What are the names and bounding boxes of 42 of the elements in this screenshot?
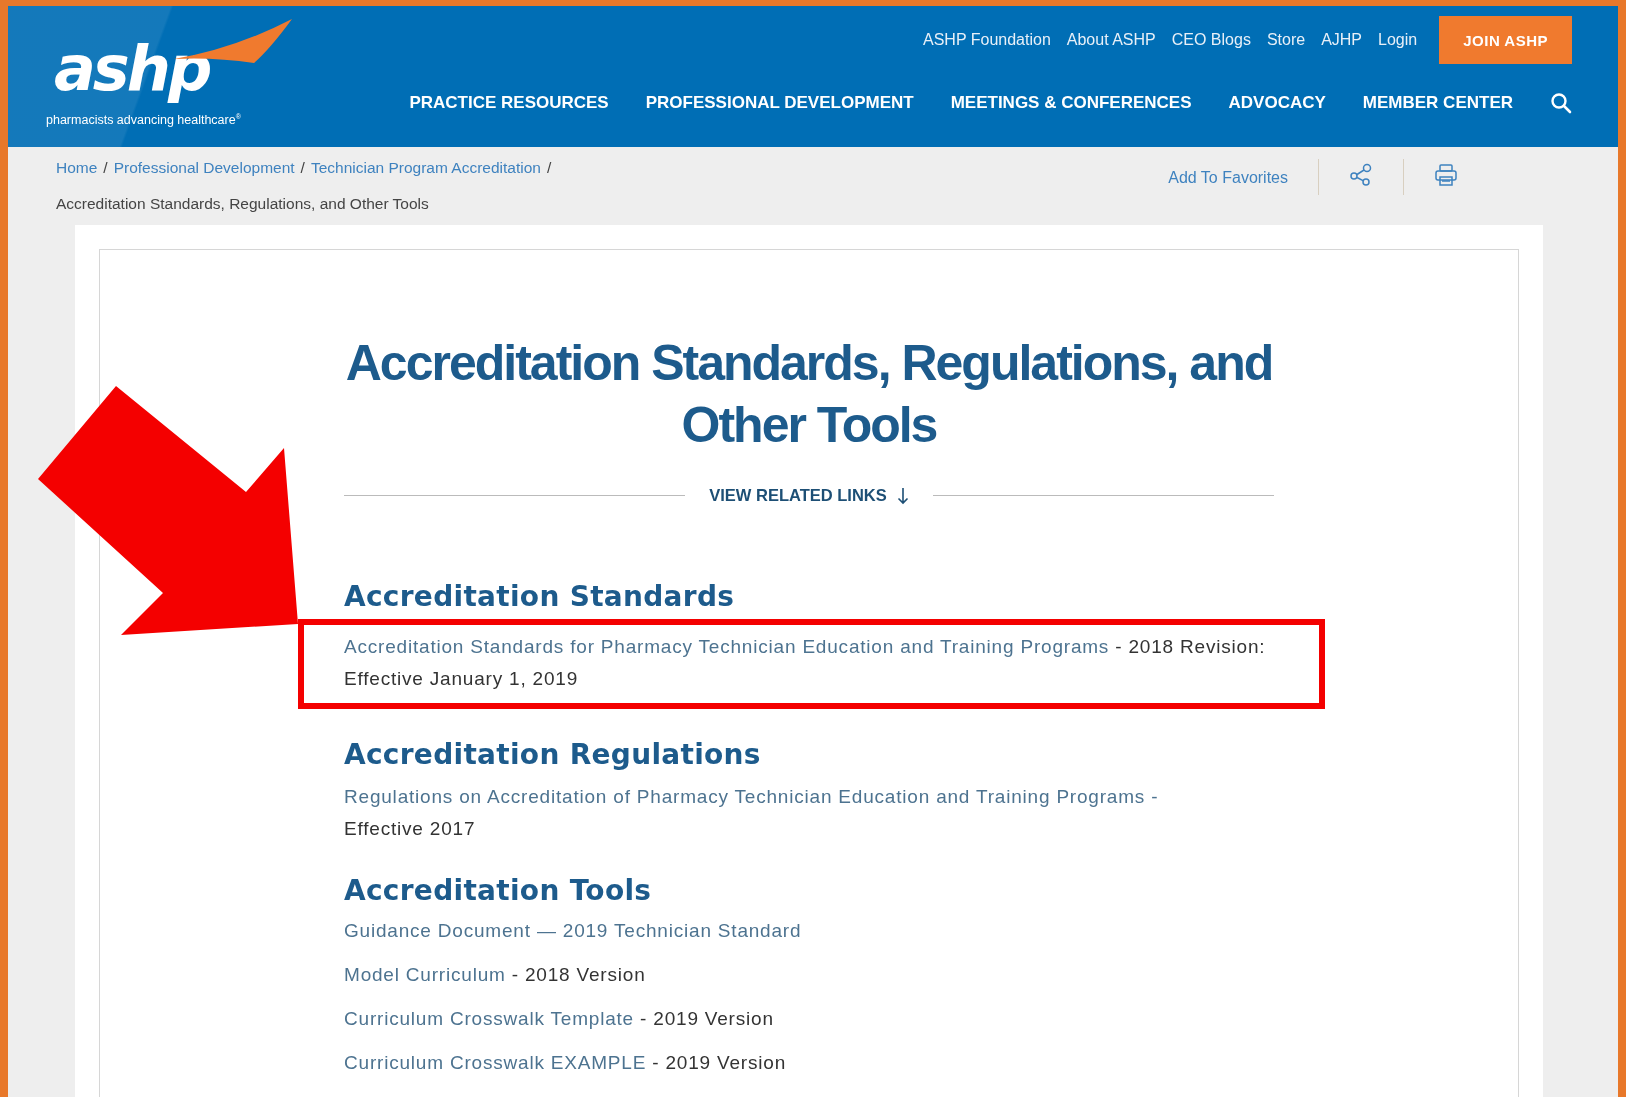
- utility-link[interactable]: CEO Blogs: [1171, 31, 1251, 49]
- breadcrumb-separator: /: [103, 159, 108, 177]
- section-heading: Accreditation Regulations: [344, 737, 762, 773]
- breadcrumb-current: Accreditation Standards, Regulations, and Other Tools: [56, 195, 430, 213]
- nav-item[interactable]: PRACTICE RESOURCES: [409, 93, 609, 113]
- document-link[interactable]: Guidance Document — 2019 Technician Standard: [344, 920, 802, 941]
- related-links-button[interactable]: VIEW RELATED LINKS: [699, 486, 919, 505]
- utility-link[interactable]: Store: [1266, 31, 1306, 49]
- nav-item[interactable]: MEMBER CENTER: [1362, 93, 1513, 113]
- utility-link[interactable]: Login: [1378, 31, 1418, 49]
- document-entry: Regulations on Accreditation of Pharmacy Technician Education and Training Programs - Effective 2017: [344, 785, 1160, 841]
- join-button[interactable]: JOIN ASHP: [1439, 16, 1572, 64]
- logo-tagline: pharmacists advancing healthcare$^{®}$: [46, 113, 242, 128]
- share-icon[interactable]: [1349, 163, 1373, 187]
- breadcrumb-link[interactable]: Professional Development: [113, 159, 295, 177]
- section-heading: Accreditation Standards: [344, 579, 736, 615]
- document-link[interactable]: Curriculum Crosswalk EXAMPLE: [344, 1052, 647, 1073]
- document-entry: Curriculum Crosswalk Template - 2019 Version: [344, 1007, 775, 1031]
- document-entry: Accreditation Standards for Pharmacy Technician Education and Training Programs - 2018 Revision: Effective January 1, 2019: [344, 635, 1267, 691]
- utility-link[interactable]: ASHP Foundation: [923, 31, 1051, 49]
- nav-item[interactable]: MEETINGS & CONFERENCES: [950, 93, 1192, 113]
- search-icon[interactable]: [1550, 92, 1572, 114]
- section-heading: Accreditation Tools: [344, 873, 653, 909]
- document-entry: Curriculum Crosswalk EXAMPLE - 2019 Version: [344, 1051, 787, 1075]
- nav-item[interactable]: PROFESSIONAL DEVELOPMENT: [645, 93, 914, 113]
- favorites-link[interactable]: Add To Favorites: [1168, 169, 1288, 187]
- document-link[interactable]: Accreditation Standards for Pharmacy Technician Education and Training Programs: [344, 636, 1110, 657]
- utility-link[interactable]: AJHP: [1321, 31, 1363, 49]
- breadcrumb-link[interactable]: Home: [56, 159, 98, 177]
- utility-link[interactable]: About ASHP: [1066, 31, 1156, 49]
- document-link[interactable]: Curriculum Crosswalk Template: [344, 1008, 634, 1029]
- document-link[interactable]: Model Curriculum: [344, 964, 506, 985]
- document-entry: Model Curriculum - 2018 Version: [344, 963, 647, 987]
- document-link[interactable]: Regulations on Accreditation of Pharmacy Technician Education and Training Programs -: [344, 786, 1159, 807]
- page-title: Accreditation Standards, Regulations, and Other Tools: [344, 334, 1274, 455]
- logo-wordmark[interactable]: ashp: [54, 31, 224, 108]
- arrow-down-icon: [896, 486, 909, 505]
- nav-item[interactable]: ADVOCACY: [1228, 93, 1326, 113]
- print-icon[interactable]: [1434, 163, 1458, 187]
- breadcrumb-separator: /: [546, 159, 552, 177]
- breadcrumb-separator: /: [300, 159, 305, 177]
- breadcrumb-link[interactable]: Technician Program Accreditation: [310, 159, 541, 177]
